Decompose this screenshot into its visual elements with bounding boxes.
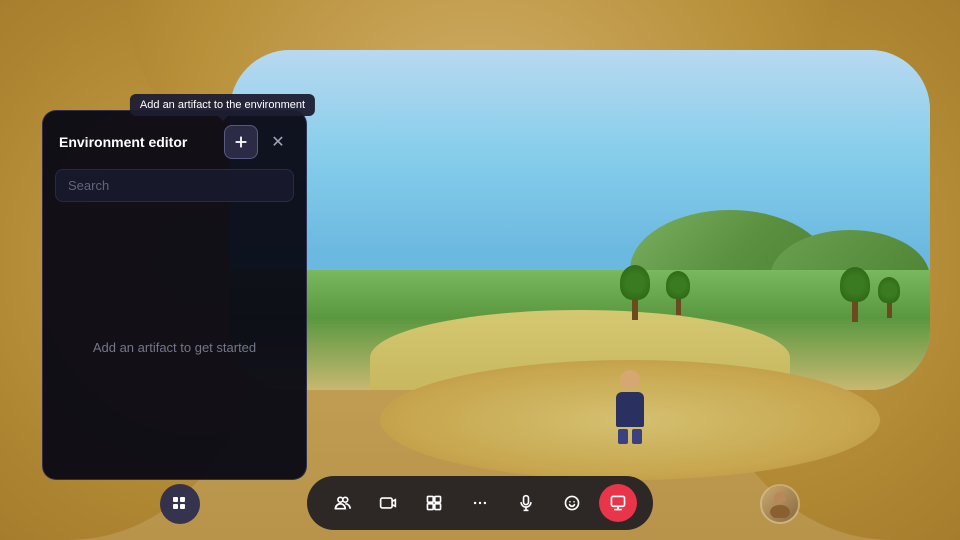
avatar-head (620, 370, 640, 390)
panel-header: Environment editor Add an artifact to th… (43, 111, 306, 169)
user-avatar-button[interactable] (760, 484, 800, 524)
toolbar-mic-button[interactable] (507, 484, 545, 522)
avatar-leg-left (618, 429, 628, 444)
tree-3 (840, 267, 870, 322)
panel-actions: Add an artifact to the environment ✕ (224, 125, 290, 159)
toolbar (307, 476, 653, 530)
tree-2 (666, 271, 690, 315)
empty-state-message: Add an artifact to get started (93, 340, 256, 355)
toolbar-emoji-button[interactable] (553, 484, 591, 522)
add-artifact-button[interactable]: Add an artifact to the environment (224, 125, 258, 159)
mic-icon (517, 494, 535, 512)
toolbar-more-button[interactable] (461, 484, 499, 522)
avatar-leg-right (632, 429, 642, 444)
environment-editor-panel: Environment editor Add an artifact to th… (42, 110, 307, 480)
avatar-silhouette-icon (768, 490, 792, 518)
toolbar-share-button[interactable] (599, 484, 637, 522)
emoji-icon (563, 494, 581, 512)
search-container (43, 169, 306, 212)
avatar-image (762, 486, 798, 522)
media-icon (379, 494, 397, 512)
tree-1 (620, 265, 650, 320)
people-icon (333, 494, 351, 512)
avatar-legs (610, 429, 650, 444)
panel-title: Environment editor (59, 134, 187, 150)
window-frame (230, 50, 930, 390)
plus-cursor-icon (232, 133, 250, 151)
more-icon (471, 494, 489, 512)
grid-icon (171, 495, 189, 513)
share-icon (609, 494, 627, 512)
tree-4 (878, 277, 900, 318)
search-input[interactable] (55, 169, 294, 202)
content-icon (425, 494, 443, 512)
avatar-body (616, 392, 644, 427)
scene-avatar (610, 370, 650, 440)
toolbar-content-button[interactable] (415, 484, 453, 522)
toolbar-media-button[interactable] (369, 484, 407, 522)
grid-menu-button[interactable] (160, 484, 200, 524)
toolbar-people-button[interactable] (323, 484, 361, 522)
close-panel-button[interactable]: ✕ (266, 130, 290, 154)
panel-body: Add an artifact to get started (43, 212, 306, 482)
